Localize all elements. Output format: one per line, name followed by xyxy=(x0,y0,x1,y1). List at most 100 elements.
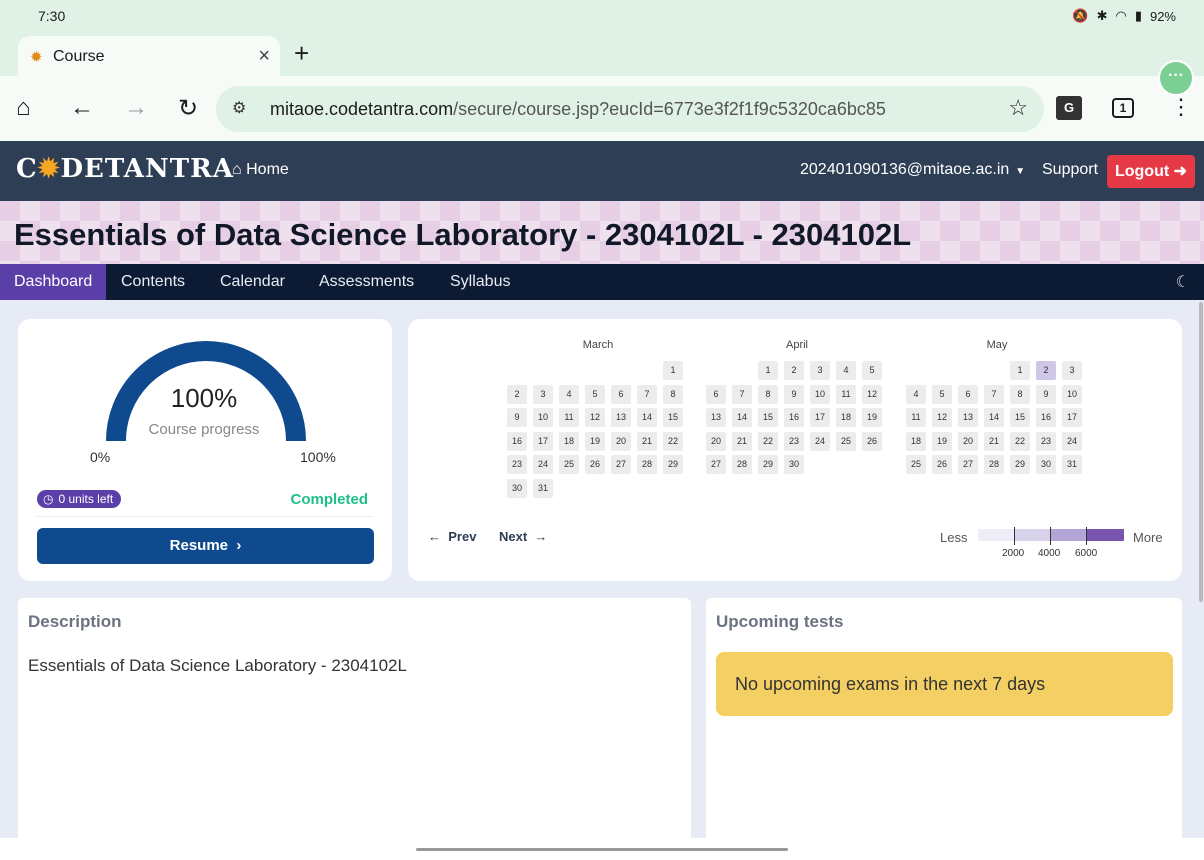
day-cell[interactable]: 8 xyxy=(663,384,683,404)
day-cell[interactable]: 5 xyxy=(585,384,605,404)
back-arrow-icon[interactable]: ← xyxy=(70,94,94,122)
day-cell[interactable]: 14 xyxy=(732,408,752,427)
close-tab-icon[interactable]: × xyxy=(258,45,270,68)
site-settings-icon[interactable]: ⚙ xyxy=(232,98,246,118)
day-cell[interactable]: 9 xyxy=(507,408,527,427)
day-cell[interactable]: 24 xyxy=(533,455,553,474)
day-cell[interactable]: 23 xyxy=(507,455,527,474)
bookmark-star-icon[interactable]: ☆ xyxy=(1008,95,1028,121)
day-cell[interactable]: 19 xyxy=(932,431,952,451)
day-cell[interactable]: 28 xyxy=(984,455,1004,474)
tab-calendar[interactable]: Calendar xyxy=(206,264,299,300)
day-cell[interactable]: 1 xyxy=(1010,361,1030,380)
day-cell[interactable]: 11 xyxy=(559,408,579,427)
day-cell[interactable]: 4 xyxy=(906,384,926,404)
day-cell[interactable]: 30 xyxy=(784,455,804,474)
day-cell[interactable]: 16 xyxy=(1036,408,1056,427)
day-cell[interactable]: 25 xyxy=(906,455,926,474)
day-cell[interactable]: 13 xyxy=(611,408,631,427)
day-cell[interactable]: 6 xyxy=(611,384,631,404)
nav-home-link[interactable]: ⌂ Home xyxy=(232,161,289,179)
user-menu-dropdown[interactable]: 202401090136@mitaoe.ac.in ▼ xyxy=(800,161,1025,179)
day-cell[interactable]: 26 xyxy=(862,431,882,451)
day-cell[interactable]: 26 xyxy=(932,455,952,474)
day-cell[interactable]: 17 xyxy=(810,408,830,427)
day-cell[interactable]: 30 xyxy=(507,478,527,498)
day-cell[interactable]: 31 xyxy=(1062,455,1082,474)
day-cell[interactable]: 21 xyxy=(732,431,752,451)
day-cell[interactable]: 13 xyxy=(706,408,726,427)
reload-icon[interactable]: ↻ xyxy=(178,94,198,123)
prev-button[interactable]: ← Prev xyxy=(428,529,476,544)
day-cell[interactable]: 29 xyxy=(758,455,778,474)
day-cell[interactable]: 12 xyxy=(585,408,605,427)
day-cell[interactable]: 20 xyxy=(611,431,631,451)
day-cell[interactable]: 15 xyxy=(1010,408,1030,427)
day-cell[interactable]: 3 xyxy=(810,361,830,380)
day-cell[interactable]: 2 xyxy=(1036,361,1056,380)
day-cell[interactable]: 15 xyxy=(758,408,778,427)
day-cell[interactable]: 27 xyxy=(611,455,631,474)
day-cell[interactable]: 28 xyxy=(732,455,752,474)
day-cell[interactable]: 17 xyxy=(533,431,553,451)
new-tab-icon[interactable]: + xyxy=(294,38,309,69)
day-cell[interactable]: 11 xyxy=(836,384,856,404)
day-cell[interactable]: 27 xyxy=(958,455,978,474)
day-cell[interactable]: 19 xyxy=(585,431,605,451)
dark-mode-moon-icon[interactable]: ☾ xyxy=(1176,272,1190,292)
day-cell[interactable]: 26 xyxy=(585,455,605,474)
day-cell[interactable]: 4 xyxy=(559,384,579,404)
day-cell[interactable]: 7 xyxy=(732,384,752,404)
day-cell[interactable]: 23 xyxy=(1036,431,1056,451)
day-cell[interactable]: 31 xyxy=(533,478,553,498)
day-cell[interactable]: 24 xyxy=(1062,431,1082,451)
day-cell[interactable]: 18 xyxy=(836,408,856,427)
day-cell[interactable]: 11 xyxy=(906,408,926,427)
day-cell[interactable]: 16 xyxy=(784,408,804,427)
day-cell[interactable]: 4 xyxy=(836,361,856,380)
nav-support-link[interactable]: Support xyxy=(1042,161,1098,179)
day-cell[interactable]: 21 xyxy=(637,431,657,451)
tab-contents[interactable]: Contents xyxy=(107,264,199,300)
day-cell[interactable]: 5 xyxy=(932,384,952,404)
url-text[interactable]: mitaoe.codetantra.com/secure/course.jsp?… xyxy=(270,99,886,120)
day-cell[interactable]: 19 xyxy=(862,408,882,427)
day-cell[interactable]: 30 xyxy=(1036,455,1056,474)
page-scrollbar[interactable] xyxy=(1199,302,1203,602)
day-cell[interactable]: 2 xyxy=(507,384,527,404)
assistant-bubble-icon[interactable]: ··· xyxy=(1158,60,1194,96)
day-cell[interactable]: 24 xyxy=(810,431,830,451)
day-cell[interactable]: 20 xyxy=(706,431,726,451)
day-cell[interactable]: 22 xyxy=(663,431,683,451)
day-cell[interactable]: 7 xyxy=(984,384,1004,404)
menu-kebab-icon[interactable]: ⋮ xyxy=(1170,94,1192,120)
day-cell[interactable]: 10 xyxy=(810,384,830,404)
tab-switcher-button[interactable]: 1 xyxy=(1112,98,1134,118)
day-cell[interactable]: 12 xyxy=(862,384,882,404)
day-cell[interactable]: 6 xyxy=(958,384,978,404)
day-cell[interactable]: 6 xyxy=(706,384,726,404)
browser-tab[interactable]: ✹ Course × xyxy=(18,36,280,76)
day-cell[interactable]: 9 xyxy=(784,384,804,404)
day-cell[interactable]: 10 xyxy=(533,408,553,427)
day-cell[interactable]: 20 xyxy=(958,431,978,451)
forward-arrow-icon[interactable]: → xyxy=(124,94,148,122)
day-cell[interactable]: 5 xyxy=(862,361,882,380)
day-cell[interactable]: 3 xyxy=(1062,361,1082,380)
day-cell[interactable]: 15 xyxy=(663,408,683,427)
day-cell[interactable]: 10 xyxy=(1062,384,1082,404)
day-cell[interactable]: 8 xyxy=(1010,384,1030,404)
home-icon[interactable]: ⌂ xyxy=(16,94,31,122)
day-cell[interactable]: 17 xyxy=(1062,408,1082,427)
day-cell[interactable]: 9 xyxy=(1036,384,1056,404)
day-cell[interactable]: 1 xyxy=(758,361,778,380)
tab-assessments[interactable]: Assessments xyxy=(305,264,428,300)
day-cell[interactable]: 14 xyxy=(984,408,1004,427)
day-cell[interactable]: 22 xyxy=(1010,431,1030,451)
translate-icon[interactable]: G xyxy=(1056,96,1082,120)
day-cell[interactable]: 29 xyxy=(1010,455,1030,474)
day-cell[interactable]: 7 xyxy=(637,384,657,404)
day-cell[interactable]: 28 xyxy=(637,455,657,474)
day-cell[interactable]: 21 xyxy=(984,431,1004,451)
day-cell[interactable]: 2 xyxy=(784,361,804,380)
